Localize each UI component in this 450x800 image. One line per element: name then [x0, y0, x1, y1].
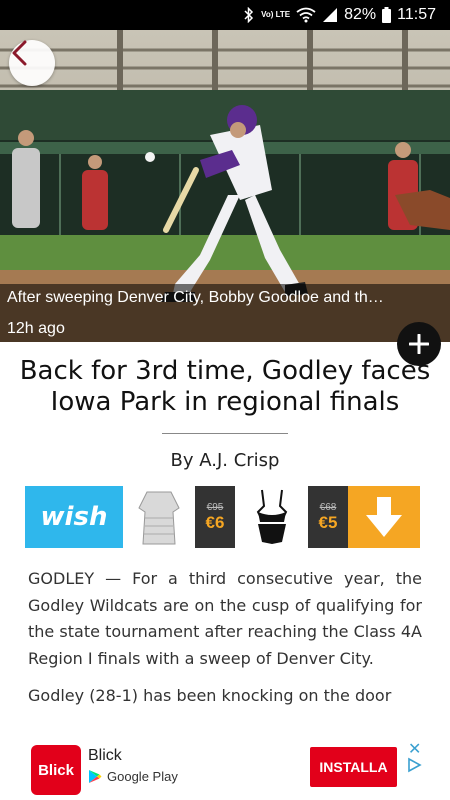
article-paragraph: GODLEY — For a third consecutive year, t… [28, 569, 422, 668]
store-name: Google Play [107, 769, 178, 784]
wish-ad-banner[interactable]: wish €95 €6 €68 €5 [25, 486, 425, 548]
divider [162, 433, 288, 434]
article-byline[interactable]: By A.J. Crisp [0, 450, 450, 471]
network-type-label: Vo) LTE [261, 10, 291, 19]
download-arrow-icon [348, 486, 420, 548]
ad-app-name: Blick [88, 747, 122, 764]
wish-logo: wish [25, 486, 123, 548]
clock: 11:57 [397, 6, 436, 23]
old-price-2: €68 [319, 501, 337, 513]
new-price-2: €5 [318, 512, 338, 532]
wifi-icon [296, 7, 316, 23]
price-tag-1: €95 €6 [195, 486, 235, 548]
old-price-1: €95 [206, 501, 224, 513]
back-button[interactable] [9, 40, 55, 86]
article-paragraph: Godley (28-1) has been knocking on the d… [28, 686, 392, 705]
bluetooth-icon [243, 7, 255, 23]
google-play-icon [89, 770, 102, 783]
back-chevron-icon [12, 40, 27, 66]
app-install-ad[interactable]: Blick Blick Google Play INSTALLA ✕ [0, 737, 450, 800]
article-headline: Back for 3rd time, Godley faces Iowa Par… [19, 356, 431, 417]
install-button[interactable]: INSTALLA [310, 747, 397, 787]
google-play-label: Google Play [88, 769, 178, 784]
article-body: GODLEY — For a third consecutive year, t… [28, 566, 422, 721]
signal-icon [322, 7, 338, 23]
status-bar: Vo) LTE 82% 11:57 [0, 0, 450, 30]
published-time: 12h ago [7, 320, 65, 337]
price-tag-2: €68 €5 [308, 486, 348, 548]
new-price-1: €6 [205, 512, 225, 532]
battery-percent: 82% [344, 6, 377, 23]
adchoices-icon[interactable] [406, 757, 422, 778]
blick-app-logo: Blick [31, 745, 81, 795]
close-ad-icon[interactable]: ✕ [408, 739, 421, 759]
photo-caption[interactable]: After sweeping Denver City, Bobby Goodlo… [7, 289, 437, 307]
product-dress-image [123, 486, 195, 548]
hero-image[interactable]: After sweeping Denver City, Bobby Goodlo… [0, 30, 450, 342]
product-swimsuit-image [235, 486, 308, 548]
add-button[interactable] [397, 322, 441, 366]
battery-icon [382, 7, 392, 23]
plus-icon [409, 334, 429, 354]
